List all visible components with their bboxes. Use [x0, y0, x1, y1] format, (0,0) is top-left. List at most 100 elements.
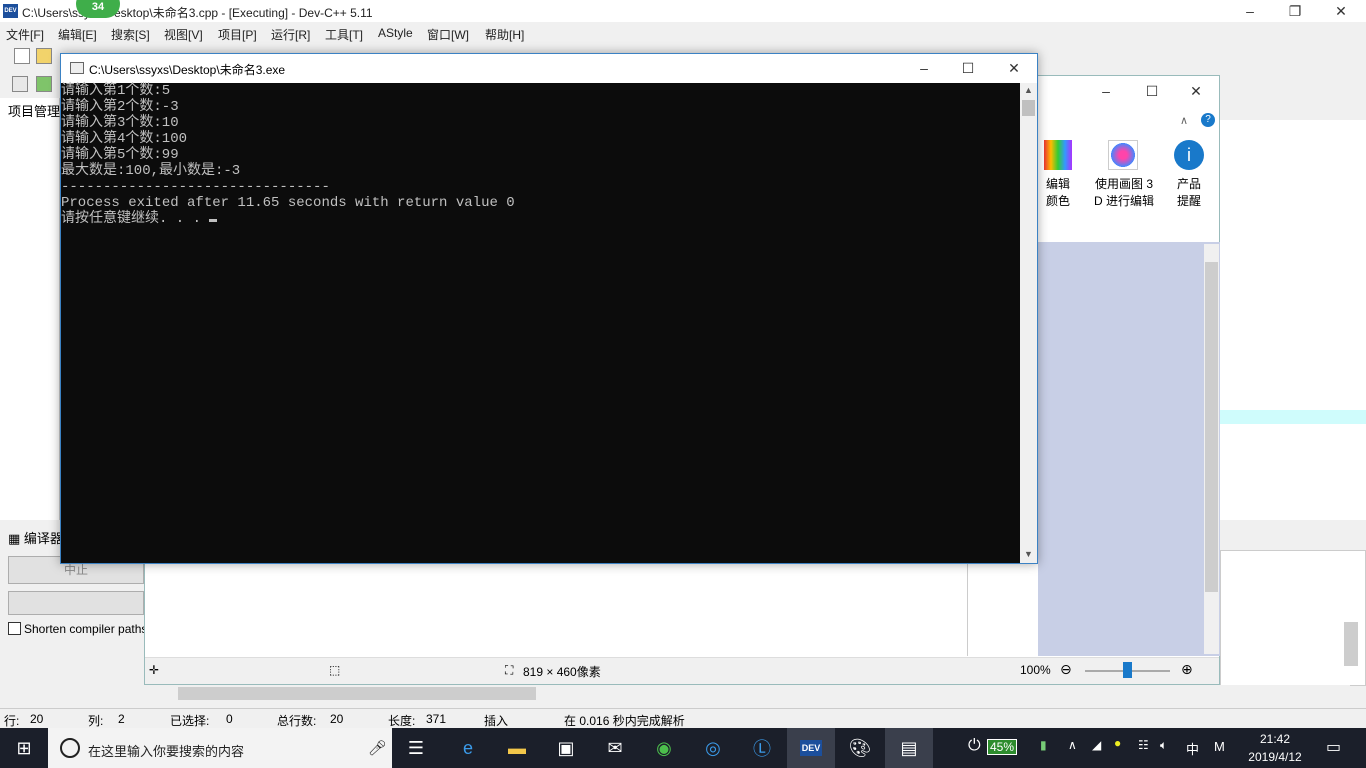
menu-help[interactable]: 帮助[H] [485, 26, 524, 43]
menu-window[interactable]: 窗口[W] [427, 26, 469, 43]
product-alert-button[interactable]: 产品 提醒 [1170, 176, 1208, 210]
open-file-icon[interactable] [36, 48, 52, 64]
network-icon[interactable]: ☷ [1138, 738, 1149, 752]
close-button[interactable]: ✕ [1318, 0, 1364, 22]
code-editor[interactable] [1220, 120, 1366, 520]
zoom-in-button[interactable]: ⊕ [1181, 661, 1193, 678]
start-button[interactable]: ⊞ [0, 728, 48, 768]
taskbar-app-green[interactable]: ◉ [640, 728, 688, 768]
tray-app-icon[interactable]: ● [1114, 736, 1121, 750]
paint-workspace [1038, 242, 1220, 656]
notification-badge: 34 [76, 0, 120, 18]
swirl-icon: ◎ [705, 737, 721, 758]
paint3d-icon [1108, 140, 1138, 170]
compiler-progress [8, 591, 144, 615]
edit-colors-button[interactable]: 编辑 颜色 [1040, 176, 1076, 210]
log-scrollbar-thumb[interactable] [1344, 622, 1358, 666]
move-icon: ✛ [149, 663, 160, 677]
paint-maximize-button[interactable]: ☐ [1129, 80, 1175, 102]
menu-project[interactable]: 项目[P] [218, 26, 257, 43]
goto-icon[interactable] [36, 76, 52, 92]
menu-search[interactable]: 搜索[S] [111, 26, 150, 43]
devcpp-title: C:\Users\ssyxs\Desktop\未命名3.cpp - [Execu… [22, 6, 373, 20]
scroll-up-icon[interactable]: ▲ [1024, 85, 1033, 95]
palette-icon [1044, 140, 1072, 170]
minimize-button[interactable]: – [1227, 0, 1273, 22]
editor-hscrollbar-thumb[interactable] [178, 687, 536, 700]
compiler-tab-icon: ▦ [8, 531, 24, 546]
console-scrollbar[interactable]: ▲ ▼ [1020, 83, 1037, 563]
zoom-level: 100% [1020, 663, 1051, 677]
taskbar-explorer[interactable]: ▬ [493, 728, 541, 768]
microphone-icon[interactable]: 🎤︎ [368, 739, 387, 757]
notifications-icon[interactable]: ▭ [1326, 737, 1341, 757]
menu-tools[interactable]: 工具[T] [325, 26, 363, 43]
scroll-down-icon[interactable]: ▼ [1024, 549, 1033, 559]
paint-canvas[interactable] [148, 563, 968, 656]
new-file-icon[interactable] [14, 48, 30, 64]
menu-view[interactable]: 视图[V] [164, 26, 203, 43]
task-view-button[interactable]: ☰ [392, 728, 440, 768]
taskbar-edge[interactable]: e [444, 728, 492, 768]
taskbar-devcpp[interactable]: DEV [787, 728, 835, 768]
menu-file[interactable]: 文件[F] [6, 26, 44, 43]
ime-indicator[interactable]: 中 [1186, 739, 1199, 758]
menu-edit[interactable]: 编辑[E] [58, 26, 97, 43]
show-hidden-icons[interactable]: ∧ [1068, 738, 1077, 752]
info-icon: i [1174, 140, 1204, 170]
console-scrollbar-thumb[interactable] [1022, 100, 1035, 116]
status-col: 2 [118, 712, 125, 726]
help-icon[interactable]: ? [1201, 113, 1215, 127]
volume-icon[interactable]: 🔈︎ [1160, 738, 1167, 753]
taskbar-mail[interactable]: ✉ [591, 728, 639, 768]
menu-astyle[interactable]: AStyle [378, 26, 413, 40]
taskbar-app-blue[interactable]: ◎ [689, 728, 737, 768]
browser-green-icon: ◉ [656, 737, 672, 758]
console-minimize-button[interactable]: – [901, 57, 947, 79]
windows-logo-icon: ⊞ [16, 738, 32, 758]
console-line: 最大数是:100,最小数是:-3 [61, 163, 241, 179]
console-output[interactable]: 请输入第1个数:5 请输入第2个数:-3 请输入第3个数:10 请输入第4个数:100… [61, 83, 1020, 563]
status-row: 20 [30, 712, 44, 726]
battery-indicator[interactable]: 45% [987, 739, 1018, 755]
taskbar-paint[interactable]: 🎨︎ [836, 728, 884, 768]
folder-icon: ▬ [508, 737, 526, 758]
console-line: -------------------------------- [61, 179, 330, 195]
ime-mode[interactable]: M [1214, 739, 1225, 754]
image-size-icon: ⛶ [505, 663, 514, 677]
console-close-button[interactable]: ✕ [991, 57, 1037, 79]
taskbar-search[interactable]: 在这里输入你要搜索的内容 🎤︎ [48, 728, 392, 768]
console-line: 请输入第3个数:10 [61, 115, 179, 131]
taskbar-console[interactable]: ▤ [885, 728, 933, 768]
devcpp-app-icon: DEV [3, 4, 18, 18]
paint-minimize-button[interactable]: – [1083, 80, 1129, 102]
paint-vscrollbar-thumb[interactable] [1205, 262, 1218, 592]
menu-run[interactable]: 运行[R] [271, 26, 310, 43]
status-mode: 插入 [484, 714, 509, 728]
taskbar-app-l[interactable]: Ⓛ [738, 728, 786, 768]
clock-date[interactable]: 2019/4/12 [1242, 750, 1308, 764]
console-maximize-button[interactable]: ☐ [945, 57, 991, 79]
project-manager-tab[interactable]: 项目管理 [8, 101, 60, 120]
wifi-icon[interactable]: ◢ [1092, 738, 1101, 752]
paint-close-button[interactable]: ✕ [1173, 80, 1219, 102]
zoom-slider-thumb[interactable] [1123, 662, 1132, 678]
battery-icon[interactable]: ▮ [1040, 738, 1047, 752]
shorten-paths-checkbox[interactable] [8, 622, 21, 635]
status-col-label: 列: [88, 714, 104, 728]
paint-statusbar: ✛ ⬚ ⛶ 819 × 460像素 100% ⊖ ⊕ [145, 657, 1219, 684]
restore-button[interactable]: ❐ [1272, 0, 1318, 22]
current-line-highlight [1220, 410, 1366, 424]
mail-icon: ✉ [607, 737, 623, 758]
console-taskbar-icon: ▤ [900, 737, 918, 758]
zoom-out-button[interactable]: ⊖ [1060, 661, 1072, 678]
class-browser-icon[interactable] [12, 76, 28, 92]
clock-time[interactable]: 21:42 [1245, 732, 1305, 746]
status-row-label: 行: [4, 714, 20, 728]
taskbar-store[interactable]: ▣ [542, 728, 590, 768]
paint3d-button[interactable]: 使用画图 3 D 进行编辑 [1090, 176, 1158, 210]
power-plug-icon[interactable]: ⏻ [968, 737, 981, 755]
console-line: 请输入第5个数:99 [61, 147, 179, 163]
compiler-tab[interactable]: ▦ 编译器 [8, 528, 63, 547]
collapse-ribbon-icon[interactable]: ∧ [1180, 114, 1188, 127]
